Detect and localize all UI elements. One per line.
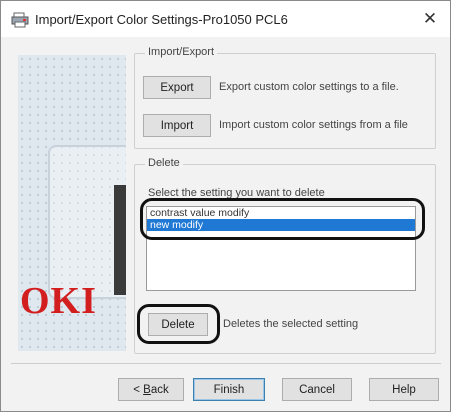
- export-button[interactable]: Export: [143, 76, 211, 99]
- back-button-prefix: <: [133, 384, 144, 396]
- close-icon: ✕: [422, 9, 438, 28]
- side-banner: OKI: [18, 55, 126, 351]
- import-description: Import custom color settings from a file: [219, 119, 408, 131]
- finish-button[interactable]: Finish: [193, 378, 265, 401]
- delete-description: Deletes the selected setting: [223, 318, 359, 330]
- printer-illustration-stripe: [114, 185, 126, 295]
- export-description: Export custom color settings to a file.: [219, 81, 399, 93]
- import-button[interactable]: Import: [143, 114, 211, 137]
- footer-separator: [11, 363, 441, 364]
- window-title: Import/Export Color Settings-Pro1050 PCL…: [35, 12, 288, 27]
- back-button[interactable]: < Back: [118, 378, 184, 401]
- title-bar: Import/Export Color Settings-Pro1050 PCL…: [1, 1, 450, 37]
- list-highlight-ring: [140, 198, 425, 240]
- cancel-button[interactable]: Cancel: [282, 378, 352, 401]
- back-button-accelerator: B: [143, 384, 151, 396]
- delete-highlight-ring: [137, 304, 220, 344]
- close-button[interactable]: ✕: [416, 7, 444, 31]
- app-printer-icon: [11, 12, 29, 28]
- help-button[interactable]: Help: [369, 378, 439, 401]
- dialog-window: Import/Export Color Settings-Pro1050 PCL…: [0, 0, 451, 412]
- oki-logo: OKI: [20, 280, 97, 322]
- back-button-label: ack: [150, 384, 169, 396]
- import-export-group-label: Import/Export: [145, 46, 218, 58]
- delete-group-label: Delete: [145, 157, 183, 169]
